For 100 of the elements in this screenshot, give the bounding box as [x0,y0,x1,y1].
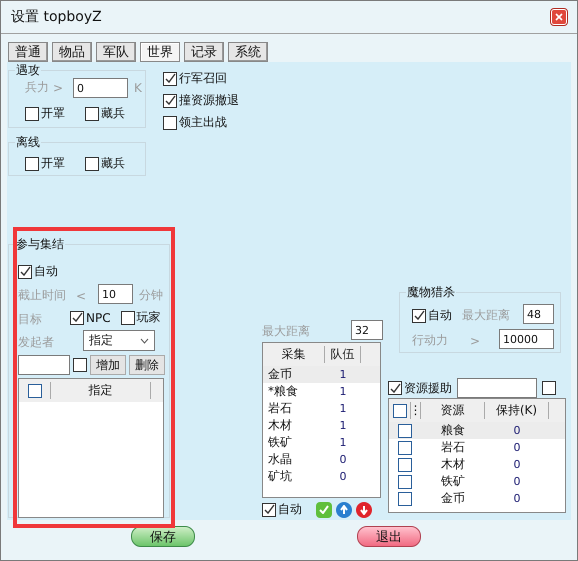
close-button[interactable] [551,9,567,25]
table-row[interactable]: 金币 1 [263,366,380,383]
input-field[interactable]: 10000 [499,329,554,349]
checkbox[interactable] [398,492,412,506]
checkbox[interactable]: NPC [70,310,111,324]
dropdown[interactable]: 指定 [83,330,155,351]
input-field[interactable]: 48 [523,304,554,324]
check-icon[interactable] [316,502,332,518]
table-row[interactable]: 岩石 1 [263,400,380,417]
checkbox[interactable]: 行军召回 [163,70,227,87]
table-row[interactable]: *粮食 1 [263,383,380,400]
field-label: 最大距离 [462,307,510,324]
checkmark-icon [264,504,274,515]
checkmark-icon [164,95,176,106]
tab[interactable]: 记录 [184,42,224,62]
table-cell-text: 水晶 [267,451,293,468]
table-cell-text: 0 [512,424,522,437]
table-cell-text: 矿坑 [267,468,293,485]
table-cell-text: 铁矿 [267,434,293,451]
table-cell-text: 1 [338,436,348,449]
column-header: ⋮ [411,402,421,419]
tab[interactable]: 世界 [140,42,180,62]
tab[interactable]: 军队 [96,42,136,62]
checkbox[interactable] [392,404,406,418]
checkmark-icon [20,266,30,277]
column-header: 指定 [51,382,151,399]
table-cell-text: 岩石 [440,439,466,456]
checkbox[interactable] [398,440,412,454]
table-cell-text: 岩石 [267,400,293,417]
tab[interactable]: 系统 [228,42,268,62]
field-label: > [470,334,480,348]
table-cell-text: 1 [338,385,348,398]
checkbox[interactable]: 自动 [262,501,302,518]
checkbox[interactable]: 撞资源撤退 [163,92,239,109]
field-label: 最大距离 [262,323,310,340]
column-header: 队伍 [325,346,361,363]
group-title: 魔物猎杀 [406,284,456,301]
checkbox[interactable]: 开罩 [25,105,65,122]
window-title: 设置 topboyZ [11,8,102,26]
table-row[interactable]: 矿坑 0 [263,468,380,485]
field-label: 兵力 [25,79,49,96]
checkmark-icon [390,382,400,394]
table-cell-text: 1 [338,368,348,381]
save-button[interactable]: 保存 [131,526,195,547]
checkmark-icon [414,310,424,321]
table-cell-text: 1 [338,419,348,432]
group-title: 遇攻 [15,62,41,79]
table-row[interactable]: 木材 0 [389,456,565,473]
table-cell-text: 铁矿 [440,473,466,490]
delete-button[interactable]: 删除 [129,355,165,375]
checkbox[interactable]: 藏兵 [85,155,125,172]
tab[interactable]: 物品 [52,42,92,62]
checkbox[interactable]: 开罩 [25,155,65,172]
field-label: 分钟 [139,287,163,304]
group-title: 参与集结 [15,236,65,253]
input-field[interactable] [18,355,70,375]
field-label: 发起者 [18,334,54,351]
table-row[interactable]: 铁矿 1 [263,434,380,451]
table-cell-text: *粮食 [267,383,299,400]
field-label: K [134,81,142,95]
checkbox[interactable] [398,458,412,472]
table-row[interactable]: 粮食 0 [389,422,565,439]
table-row[interactable]: 水晶 0 [263,451,380,468]
input-field[interactable] [457,378,537,398]
table-cell-text: 木材 [267,417,293,434]
field-label: 截止时间 [18,287,66,304]
tab[interactable]: 普通 [8,42,48,62]
table-cell-text: 0 [512,458,522,471]
table-row[interactable]: 岩石 0 [389,439,565,456]
table-row[interactable]: 铁矿 0 [389,473,565,490]
checkbox[interactable]: 玩家 [120,309,161,326]
table-cell-text: 0 [338,470,348,483]
field-label: < [76,288,86,302]
table-cell-text: 0 [512,492,522,505]
checkbox[interactable] [28,384,42,398]
table-cell-text: 0 [512,441,522,454]
checkbox[interactable] [398,474,412,488]
checkbox[interactable] [398,424,412,438]
input-field[interactable]: 32 [351,320,383,340]
table-row[interactable]: 金币 0 [389,490,565,507]
exit-button[interactable]: 退出 [357,526,421,547]
input-field[interactable]: 0 [73,78,128,98]
checkbox[interactable]: 资源援助 [388,380,452,396]
field-label: 行动力 [412,332,448,349]
checkbox[interactable]: 自动 [18,263,58,280]
table-cell-text: 金币 [440,490,466,507]
table-cell-text: 金币 [267,366,293,383]
table-row[interactable]: 木材 1 [263,417,380,434]
add-button[interactable]: 增加 [90,355,126,375]
table-cell-text: 0 [512,475,522,488]
input-field[interactable]: 10 [98,284,133,304]
checkbox[interactable] [73,358,87,372]
checkbox[interactable]: 藏兵 [85,105,125,122]
table-cell-text: 木材 [440,456,466,473]
checkbox[interactable]: 领主出战 [163,114,227,131]
checkbox[interactable]: 自动 [412,307,452,324]
checkbox[interactable] [542,381,556,395]
table-cell-text: 1 [338,402,348,415]
checkmark-icon [164,73,176,84]
column-header: 保持(K) [485,402,549,419]
